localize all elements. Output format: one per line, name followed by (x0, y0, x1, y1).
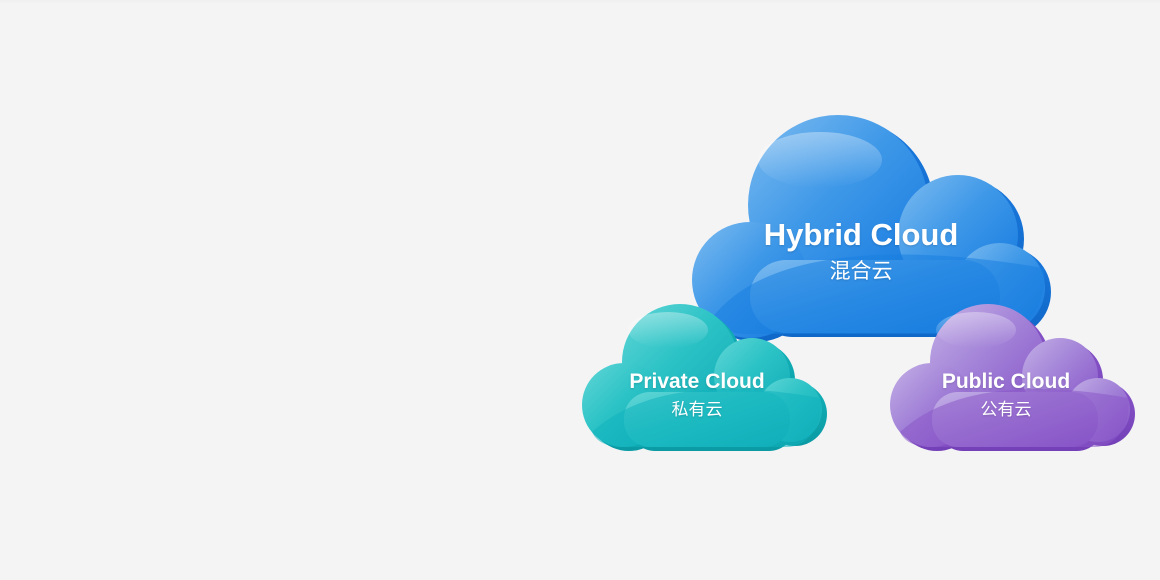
public-cloud-label: Public Cloud 公有云 (906, 369, 1106, 423)
public-cloud-title: Public Cloud (941, 370, 1071, 393)
cloud-illustration (582, 115, 1135, 451)
public-cloud-subtitle: 公有云 (980, 400, 1032, 420)
hybrid-cloud-label: Hybrid Cloud 混合云 (711, 217, 1011, 286)
private-cloud-label: Private Cloud 私有云 (597, 369, 797, 423)
hybrid-cloud-title: Hybrid Cloud (763, 217, 959, 252)
hybrid-cloud-subtitle: 混合云 (829, 259, 893, 283)
banner-canvas: Hybrid Cloud 混合云 Private Cloud 私有云 Publi… (0, 0, 1160, 580)
private-cloud-subtitle: 私有云 (671, 400, 723, 420)
private-cloud-title: Private Cloud (629, 370, 765, 393)
